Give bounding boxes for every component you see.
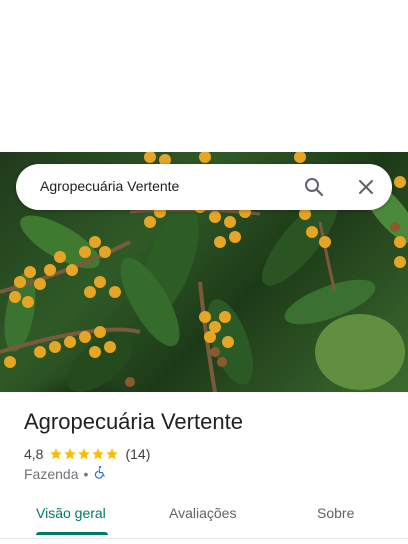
review-count[interactable]: (14) <box>125 446 150 462</box>
star-icon <box>92 448 105 460</box>
rating-row[interactable]: 4,8 (14) <box>24 445 150 463</box>
close-icon[interactable] <box>354 175 378 199</box>
tab-overview[interactable]: Visão geral <box>36 505 106 521</box>
place-category: Fazenda <box>24 466 79 482</box>
star-icon <box>64 448 77 460</box>
search-input[interactable]: Agropecuária Vertente <box>40 178 179 194</box>
star-icon <box>78 448 91 460</box>
rating-value: 4,8 <box>24 446 44 462</box>
star-rating <box>49 447 119 461</box>
place-title: Agropecuária Vertente <box>24 409 243 434</box>
wheelchair-accessible-icon <box>93 465 107 484</box>
separator-dot: • <box>83 466 89 482</box>
search-bar[interactable]: Agropecuária Vertente <box>16 164 392 210</box>
tabs-divider <box>0 538 408 539</box>
category-row: Fazenda • <box>24 465 107 484</box>
place-tabs: Visão geral Avaliações Sobre <box>0 496 408 536</box>
map-blank-area <box>0 0 408 152</box>
search-icon[interactable] <box>302 175 326 199</box>
tab-about[interactable]: Sobre <box>317 505 354 521</box>
star-icon <box>106 448 119 460</box>
tab-reviews[interactable]: Avaliações <box>169 505 236 521</box>
star-icon <box>50 448 63 460</box>
active-tab-indicator <box>36 532 108 535</box>
